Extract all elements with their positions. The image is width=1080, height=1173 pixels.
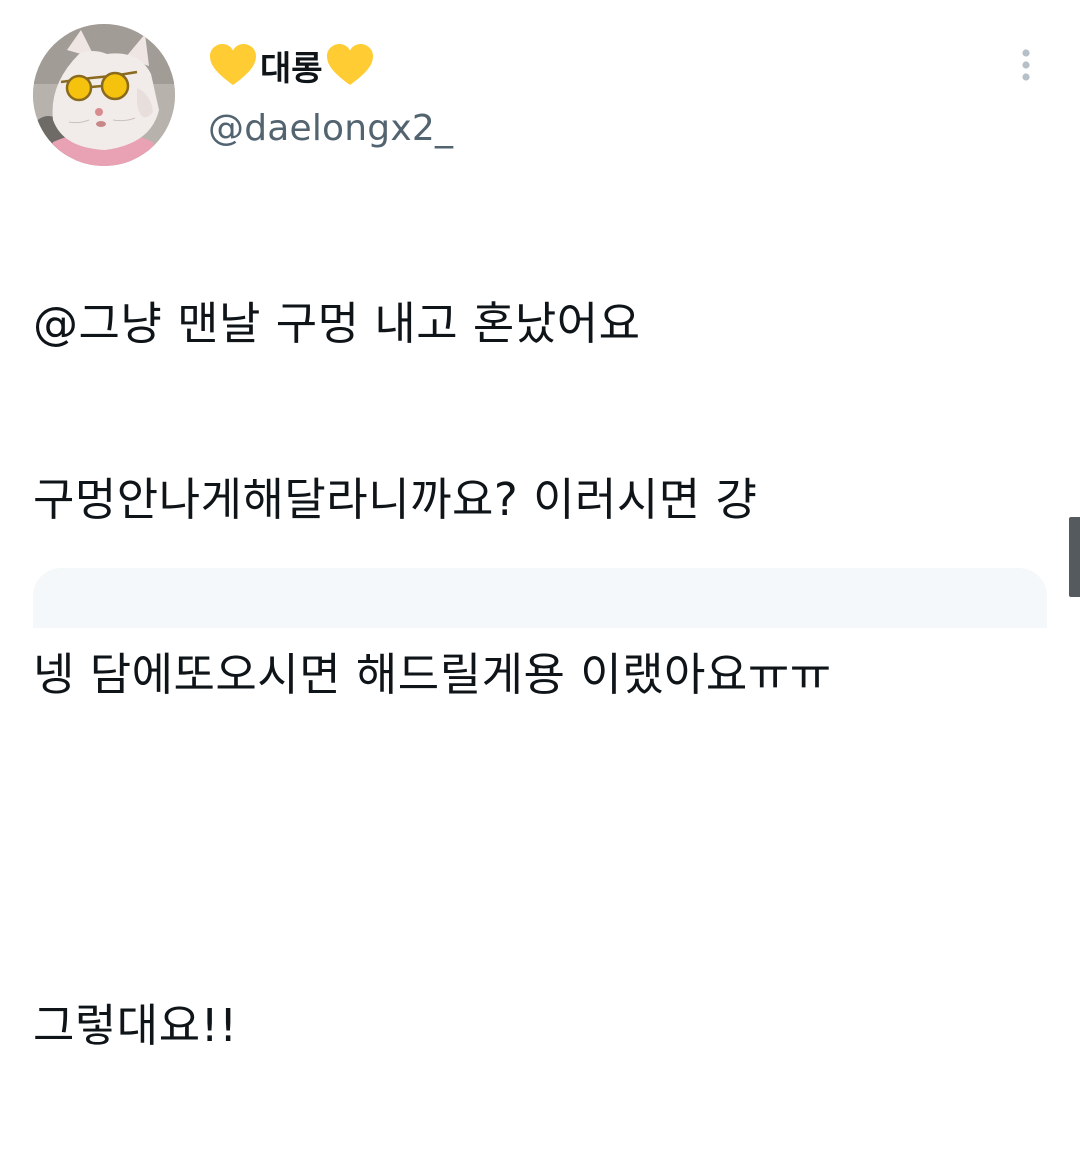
- tweet-text-line: @그냥 맨날 구멍 내고 혼났어요: [33, 297, 641, 350]
- author-display-name: 대롱: [260, 48, 323, 89]
- author-handle[interactable]: @daelongx2_: [208, 108, 453, 149]
- tweet-text-line: 구멍안나게해달라니까요? 이러시면 걍: [33, 472, 758, 526]
- cat-avatar-image: [33, 24, 175, 166]
- vertical-ellipsis-icon: [1022, 49, 1030, 81]
- tweet-text-line: 그렇대요!!: [33, 999, 238, 1052]
- quoted-tweet-card[interactable]: [33, 568, 1047, 628]
- tweet-text-line: [33, 822, 1043, 881]
- more-options-button[interactable]: [1010, 44, 1042, 88]
- yellow-heart-icon: [208, 42, 258, 88]
- avatar[interactable]: [33, 24, 175, 166]
- tweet-text: @그냥 맨날 구멍 내고 혼났어요 구멍안나게해달라니까요? 이러시면 걍 넹 …: [33, 178, 1043, 1173]
- scrollbar-thumb[interactable]: [1069, 517, 1080, 597]
- yellow-heart-icon: [325, 42, 375, 88]
- author-display-name-row[interactable]: 대롱: [208, 40, 375, 90]
- tweet-text-line: 넹 담에또오시면 해드릴게용 이랬아요ㅠㅠ: [33, 648, 832, 701]
